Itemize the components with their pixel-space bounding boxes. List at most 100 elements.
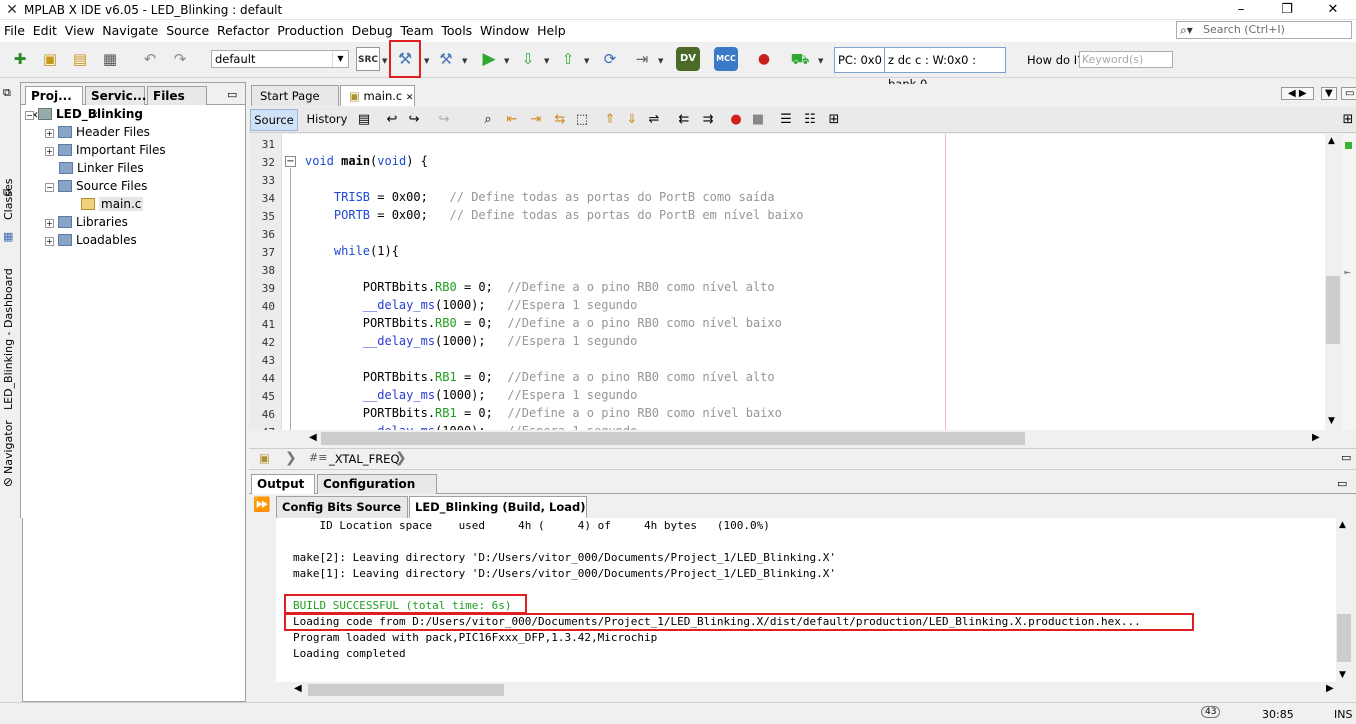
notifications-badge[interactable]: 43: [1201, 706, 1221, 718]
scroll-down-icon[interactable]: ▼: [1339, 670, 1346, 680]
scroll-thumb[interactable]: [321, 432, 1025, 445]
tree-item-main-c[interactable]: main.c: [81, 195, 144, 213]
new-file-icon[interactable]: ✚: [8, 47, 32, 71]
scroll-up-icon[interactable]: ▲: [1328, 136, 1335, 146]
editor-horizontal-scrollbar[interactable]: ◀ ▶: [305, 430, 1325, 447]
minimize-button[interactable]: –: [1218, 0, 1264, 20]
forward-icon[interactable]: ↪: [405, 111, 423, 129]
expand-icon[interactable]: +: [45, 219, 54, 228]
tree-item-linker-files[interactable]: Linker Files: [59, 159, 144, 177]
collapse-icon[interactable]: −: [25, 111, 34, 120]
toggle-bookmark-icon[interactable]: ⇌: [645, 111, 663, 129]
maximize-editor-icon[interactable]: ▭: [1341, 87, 1356, 100]
code-fold-icon[interactable]: −: [285, 156, 296, 167]
menu-edit[interactable]: Edit: [29, 20, 57, 42]
scroll-down-icon[interactable]: ▼: [1328, 416, 1335, 426]
menu-help[interactable]: Help: [533, 20, 566, 42]
split-editor-icon[interactable]: ⊞: [1339, 111, 1356, 129]
breadcrumb-item[interactable]: _XTAL_FREQ: [329, 452, 400, 466]
sidebar-tab-dashboard[interactable]: LED_Blinking - Dashboard: [2, 268, 15, 410]
diff-icon[interactable]: ⊞: [825, 111, 843, 129]
close-button[interactable]: ✕: [1310, 0, 1356, 20]
tree-item-header-files[interactable]: + Header Files: [45, 123, 150, 141]
data-visualizer-icon[interactable]: DV: [676, 47, 700, 71]
minimize-panel-icon[interactable]: ▭: [227, 88, 237, 101]
last-edit-icon[interactable]: ▤: [355, 111, 373, 129]
menu-production[interactable]: Production: [273, 20, 344, 42]
menu-file[interactable]: File: [0, 20, 25, 42]
minimize-panel-icon[interactable]: ▭: [1337, 477, 1347, 490]
open-project-icon[interactable]: ▤: [68, 47, 92, 71]
output-vertical-scrollbar[interactable]: ▲ ▼: [1336, 518, 1352, 684]
tree-item-libraries[interactable]: + Libraries: [45, 213, 128, 231]
undo-icon[interactable]: ↶: [138, 47, 162, 71]
keyword-input[interactable]: Keyword(s): [1079, 51, 1173, 68]
expand-icon[interactable]: +: [45, 129, 54, 138]
tree-item-source-files[interactable]: − Source Files: [45, 177, 147, 195]
back-icon[interactable]: ↩: [383, 111, 401, 129]
clean-build-icon[interactable]: ⚒: [434, 47, 458, 71]
output-horizontal-scrollbar[interactable]: ◀ ▶: [276, 682, 1336, 698]
find-previous-icon[interactable]: ⇤: [503, 111, 521, 129]
restore-button[interactable]: ❐: [1264, 0, 1310, 20]
tab-configuration-bits[interactable]: Configuration Bits: [317, 474, 437, 509]
chevron-down-icon[interactable]: ▼: [818, 57, 823, 65]
run-icon[interactable]: ▶: [477, 47, 501, 71]
reset-icon[interactable]: ⟳: [598, 47, 622, 71]
stop-macro-icon[interactable]: ■: [749, 111, 767, 129]
next-bookmark-icon[interactable]: ⇓: [623, 111, 641, 129]
uncomment-icon[interactable]: ☷: [801, 111, 819, 129]
menu-view[interactable]: View: [61, 20, 95, 42]
chevron-down-icon[interactable]: ▼: [462, 57, 467, 65]
new-project-icon[interactable]: ▣: [38, 47, 62, 71]
tab-services[interactable]: Servic... ✕: [85, 86, 146, 121]
tab-main-c[interactable]: ▣ main.c ✕: [340, 85, 415, 106]
scroll-left-icon[interactable]: ◀: [309, 432, 317, 443]
tree-item-loadables[interactable]: + Loadables: [45, 231, 137, 249]
tab-list-icon[interactable]: ▼: [1321, 87, 1337, 100]
menu-team[interactable]: Team: [397, 20, 434, 42]
step-icon[interactable]: ⇥: [630, 47, 654, 71]
program-device-icon[interactable]: ⇧: [556, 47, 580, 71]
tab-start-page[interactable]: Start Page ✕: [251, 85, 339, 123]
set-project-configuration-icon[interactable]: SRC: [356, 47, 380, 71]
minimize-panel-icon[interactable]: ▭: [1341, 451, 1351, 464]
restore-window-icon[interactable]: ⧉: [3, 86, 11, 100]
previous-bookmark-icon[interactable]: ⇑: [601, 111, 619, 129]
cart-icon[interactable]: ⛟: [788, 47, 812, 71]
configuration-select[interactable]: default ▼: [211, 50, 349, 68]
tree-item-root[interactable]: − LED_Blinking: [25, 105, 143, 123]
debug-project-icon[interactable]: ⇩: [516, 47, 540, 71]
menu-navigate[interactable]: Navigate: [98, 20, 158, 42]
menu-source[interactable]: Source: [162, 20, 209, 42]
comment-icon[interactable]: ☰: [777, 111, 795, 129]
shift-right-icon[interactable]: ⇉: [699, 111, 717, 129]
editor-vertical-scrollbar[interactable]: ▲ ▼: [1325, 134, 1342, 430]
code-editor[interactable]: 31 32 33 34 35 36 37 38 39 40 41 42 43 4…: [249, 134, 1325, 430]
scroll-thumb[interactable]: [308, 684, 504, 696]
sidebar-tab-navigator[interactable]: Navigator: [2, 420, 15, 474]
expand-icon[interactable]: +: [45, 237, 54, 246]
tab-build-load[interactable]: LED_Blinking (Build, Load) ✕: [409, 496, 587, 534]
expand-icon[interactable]: +: [45, 147, 54, 156]
scroll-tabs-icon[interactable]: ◀ ▶: [1281, 87, 1314, 100]
file-icon[interactable]: ▣: [259, 451, 270, 465]
tab-output[interactable]: Output ✕: [251, 474, 315, 509]
find-next-icon[interactable]: ⇥: [527, 111, 545, 129]
chevron-down-icon[interactable]: ▼: [382, 57, 387, 65]
toggle-highlight-icon[interactable]: ⬚: [573, 111, 591, 129]
find-selection-icon[interactable]: ⇆: [551, 111, 569, 129]
tab-projects[interactable]: Proj... ✕: [25, 86, 83, 121]
scroll-thumb[interactable]: [1326, 276, 1340, 344]
tree-item-important-files[interactable]: + Important Files: [45, 141, 166, 159]
collapse-icon[interactable]: −: [45, 183, 54, 192]
source-view-button[interactable]: Source: [250, 109, 298, 131]
search-input[interactable]: ⌕▾ Search (Ctrl+I): [1176, 21, 1352, 39]
mplab-discover-icon[interactable]: ●: [752, 47, 776, 71]
menu-window[interactable]: Window: [476, 20, 529, 42]
save-all-icon[interactable]: ▦: [98, 47, 122, 71]
chevron-down-icon[interactable]: ▼: [504, 57, 509, 65]
menu-debug[interactable]: Debug: [348, 20, 393, 42]
history-view-button[interactable]: History: [303, 109, 351, 131]
forward-disabled-icon[interactable]: ↪: [435, 111, 453, 129]
